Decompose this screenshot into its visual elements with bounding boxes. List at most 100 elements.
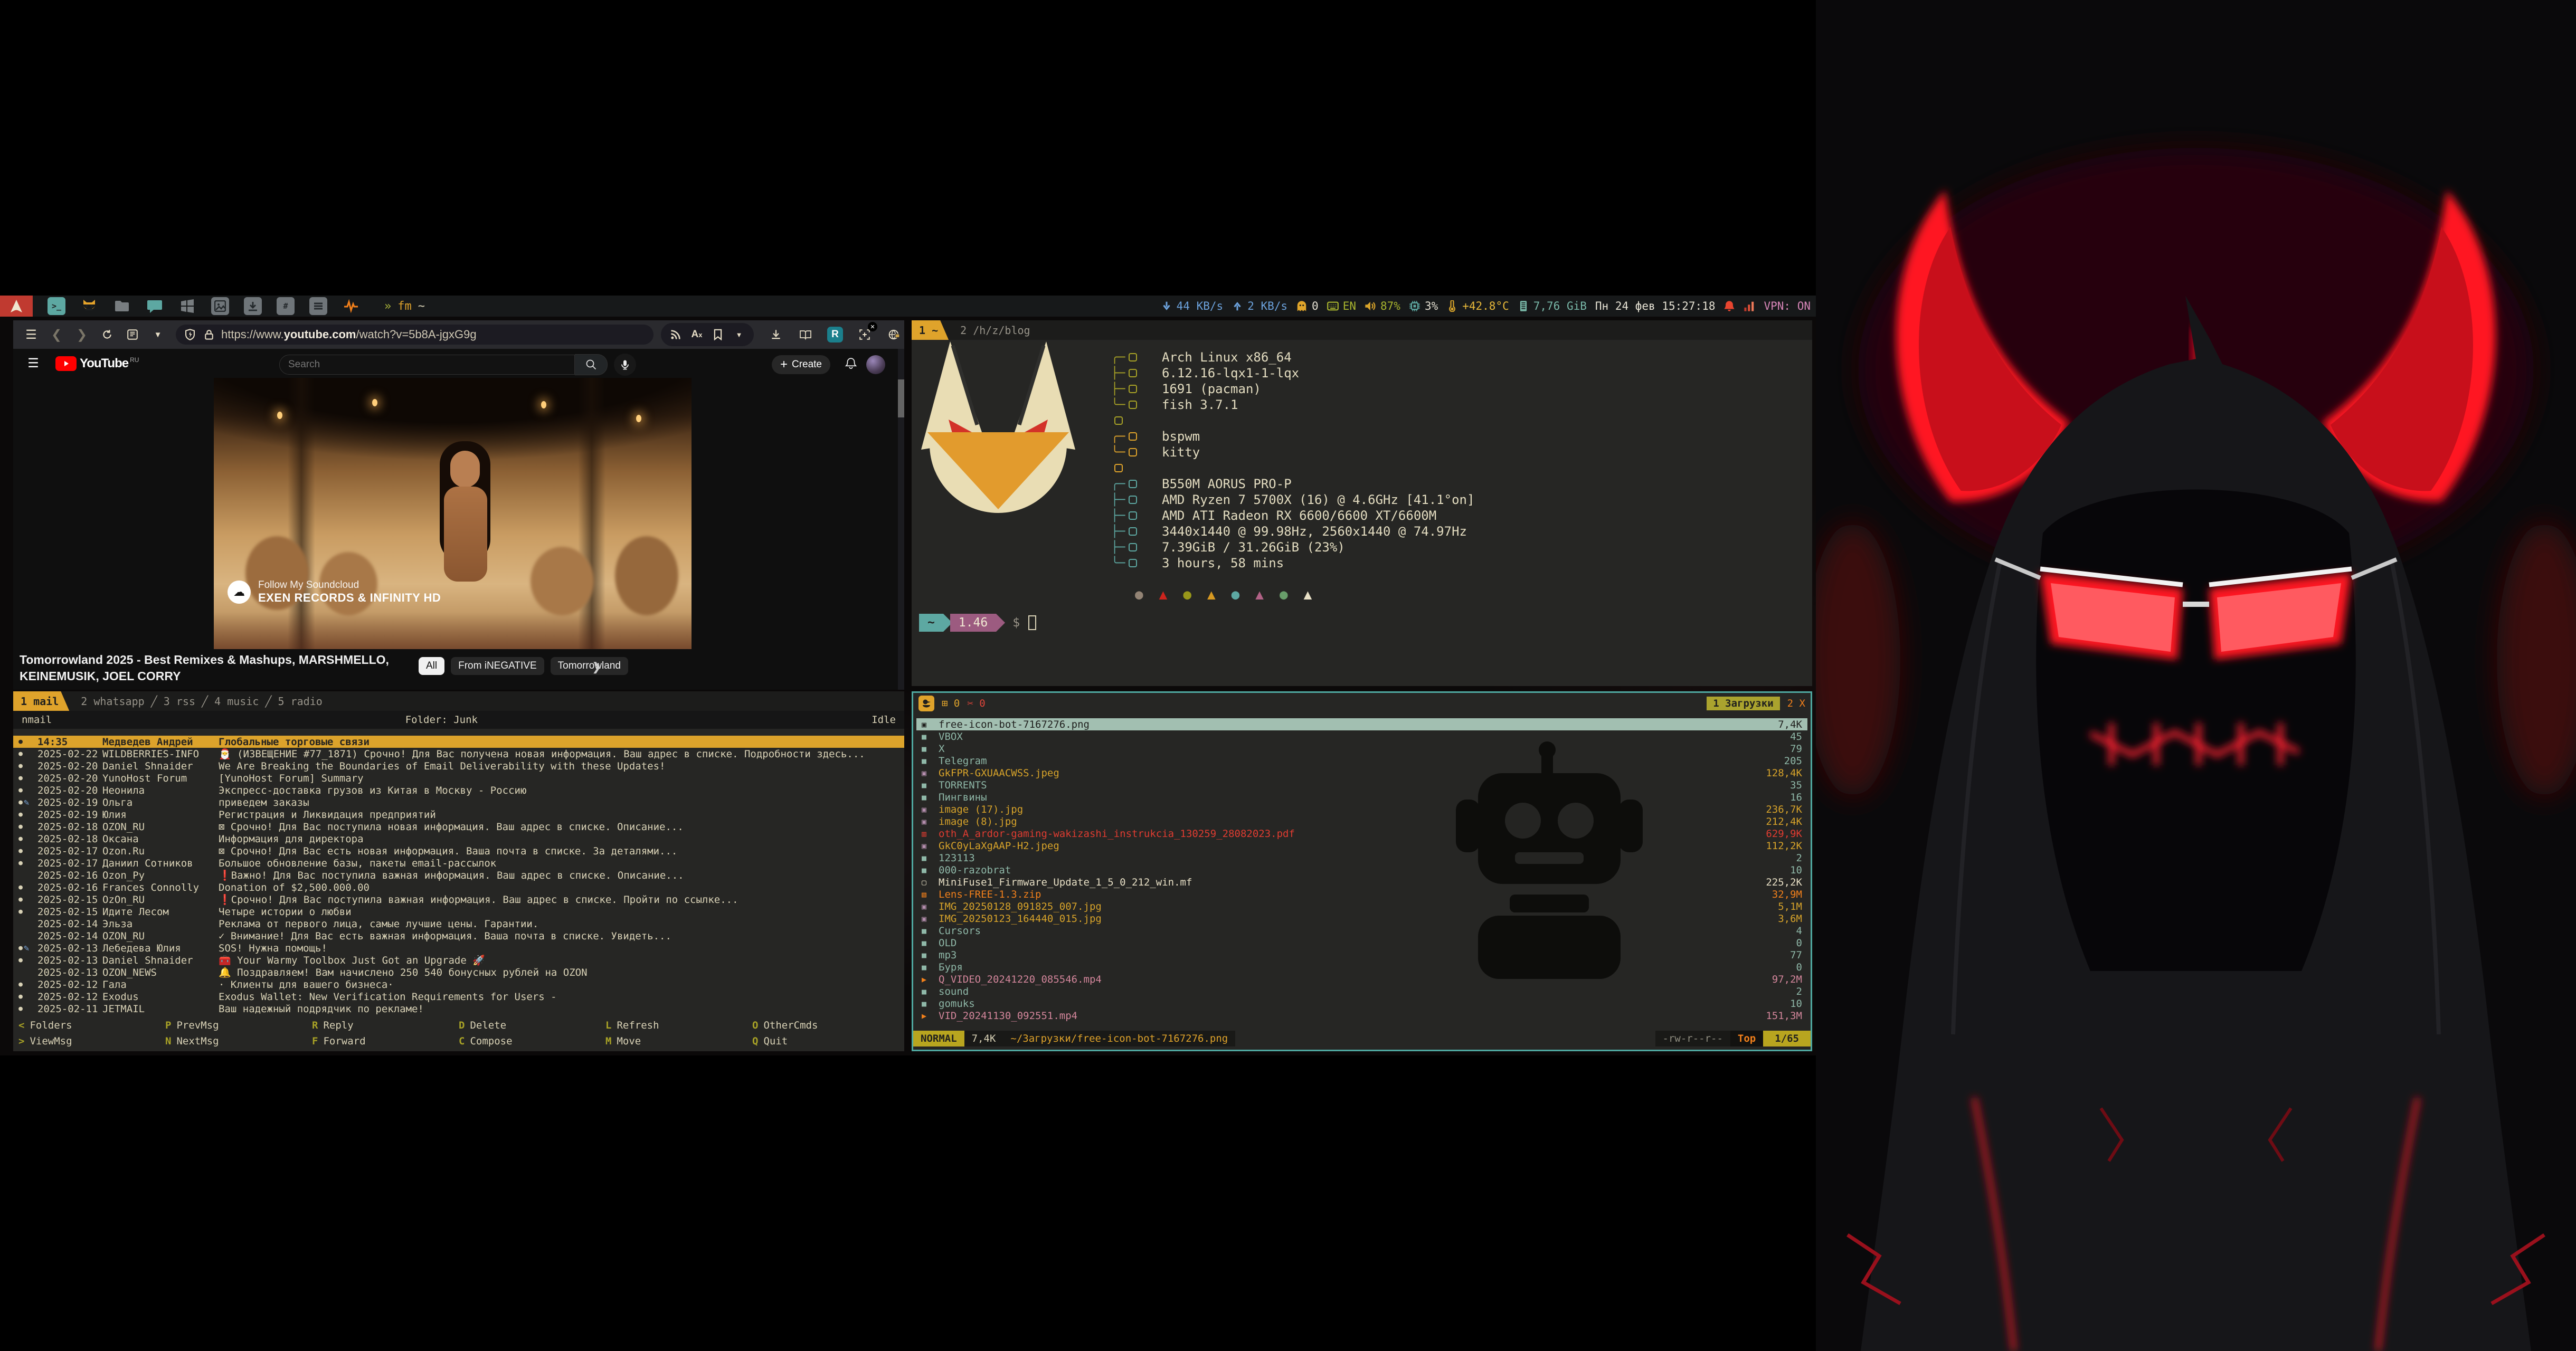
workspace-activity[interactable]: [342, 297, 360, 315]
mic-button[interactable]: [614, 354, 636, 376]
file-row[interactable]: ■ X 79: [916, 743, 1807, 755]
tab-2-blog[interactable]: 2 /h/z/blog: [949, 320, 1041, 340]
mail-row[interactable]: ● 2025-02-15 Идите Лесом Четыре истории …: [13, 906, 904, 918]
reload-icon[interactable]: [97, 325, 118, 344]
workspace-cat[interactable]: [80, 297, 98, 315]
url-bar[interactable]: https://www.youtube.com/watch?v=5b8A-jgx…: [176, 325, 654, 345]
mail-row[interactable]: ● 2025-02-17 Ozon.Ru ⊠ Срочно! Для Вас е…: [13, 845, 904, 857]
file-row[interactable]: ■ Cursors 4: [916, 925, 1807, 937]
arch-menu-button[interactable]: [0, 296, 33, 317]
volume-module[interactable]: 87%: [1365, 300, 1400, 312]
tabs-other[interactable]: 2 whatsapp ╱ 3 rss ╱ 4 music ╱ 5 radio: [69, 691, 334, 711]
file-row[interactable]: ■ Пингвины 16: [916, 791, 1807, 803]
workspace-chat[interactable]: [146, 297, 164, 315]
file-row[interactable]: ■ sound 2: [916, 985, 1807, 997]
menu-icon[interactable]: ☰: [21, 325, 42, 344]
tab-mail[interactable]: 1 mail: [13, 691, 69, 711]
mail-row[interactable]: ● 2025-02-18 Оксана Информация для дирек…: [13, 833, 904, 845]
workspace-list[interactable]: [309, 297, 327, 315]
mail-row[interactable]: ● 2025-02-12 Гала · Клиенты для вашего б…: [13, 978, 904, 991]
filter-chip[interactable]: Tomorrowland: [551, 657, 628, 675]
keyboard-layout-module[interactable]: EN: [1327, 300, 1356, 312]
net-down-module[interactable]: 44 KB/s: [1161, 300, 1224, 312]
help-item[interactable]: CCompose: [459, 1035, 605, 1047]
mail-row[interactable]: ● 2025-02-12 Exodus Exodus Wallet: New V…: [13, 991, 904, 1003]
mail-row[interactable]: 2025-02-16 Ozon_Py ❗Важно! Для Вас посту…: [13, 869, 904, 881]
bookmark-icon[interactable]: [707, 325, 728, 344]
mail-row[interactable]: 2025-02-14 OZON_RU ✓ Внимание! Для Вас е…: [13, 930, 904, 942]
file-row[interactable]: ▣ image (8).jpg 212,4K: [916, 815, 1807, 827]
file-row[interactable]: ▧ Lens-FREE-1.3.zip 32,9M: [916, 888, 1807, 900]
fm-tab-downloads[interactable]: 1 Загрузки: [1707, 697, 1779, 710]
rss-icon[interactable]: [665, 325, 686, 344]
lock-icon[interactable]: [202, 325, 216, 344]
help-item[interactable]: NNextMsg: [165, 1035, 312, 1047]
screenshot-icon[interactable]: ✕: [854, 325, 875, 344]
help-item[interactable]: <Folders: [18, 1020, 165, 1031]
file-row[interactable]: ▶ VID_20241130_092551.mp4 151,3M: [916, 1010, 1807, 1022]
reading-list-icon[interactable]: [795, 325, 816, 344]
ghost-module[interactable]: 0: [1296, 300, 1319, 312]
downloads-icon[interactable]: [765, 325, 787, 344]
shield-icon[interactable]: [183, 325, 197, 344]
temp-module[interactable]: +42.8°C: [1446, 300, 1509, 312]
bookmark-caret-icon[interactable]: ▼: [728, 325, 750, 344]
help-item[interactable]: FForward: [312, 1035, 459, 1047]
mail-row[interactable]: ● ✎ 2025-02-13 Лебедева Юлия SOS! Нужна …: [13, 942, 904, 954]
mail-row[interactable]: ● 2025-02-20 Неонила Экспресс-доставка г…: [13, 784, 904, 796]
mail-row[interactable]: ● 2025-02-18 OZON_RU ⊠ Срочно! Для Вас п…: [13, 821, 904, 833]
mail-row[interactable]: 2025-02-13 OZON_NEWS 🔔 Поздравляем! Вам …: [13, 966, 904, 978]
privacy-globe-icon[interactable]: [884, 325, 904, 344]
workspace-downloads[interactable]: [244, 297, 262, 315]
launcher-prompt[interactable]: » fm ~: [384, 300, 425, 313]
mail-row[interactable]: ● 2025-02-19 Юлия Регистрация и Ликвидац…: [13, 808, 904, 821]
workspace-files[interactable]: [113, 297, 131, 315]
notifications-module[interactable]: [1723, 300, 1735, 312]
mail-row[interactable]: ● 14:35 Медведев Андрей Глобальные торго…: [13, 736, 904, 748]
forward-icon[interactable]: ❯: [71, 325, 92, 344]
scrollbar-thumb[interactable]: [898, 379, 904, 417]
workspace-images[interactable]: [211, 297, 229, 315]
search-input-wrap[interactable]: [279, 355, 575, 375]
file-row[interactable]: ■ mp3 77: [916, 949, 1807, 961]
file-row[interactable]: ■ Telegram 205: [916, 755, 1807, 767]
youtube-logo[interactable]: YouTube RU: [55, 356, 139, 371]
help-item[interactable]: DDelete: [459, 1020, 605, 1031]
avatar[interactable]: [866, 355, 885, 374]
sidebar-icon[interactable]: [122, 325, 143, 344]
ram-module[interactable]: 7,76 GiB: [1518, 300, 1587, 312]
file-row[interactable]: ■ gomuks 10: [916, 997, 1807, 1010]
file-row[interactable]: ▥ oth_A_ardor-gaming-wakizashi_instrukci…: [916, 827, 1807, 840]
back-icon[interactable]: ❮: [46, 325, 67, 344]
mail-row[interactable]: ● 2025-02-20 Daniel Shnaider We Are Brea…: [13, 760, 904, 772]
file-row[interactable]: ■ VBOX 45: [916, 730, 1807, 743]
file-row[interactable]: ▣ image (17).jpg 236,7K: [916, 803, 1807, 815]
file-row[interactable]: ▣ GkC0yLaXgAAP-H2.jpeg 112,2K: [916, 840, 1807, 852]
mail-row[interactable]: ● 2025-02-22 WILDBERRIES-INFO 🎅 (ИЗВЕЩЕН…: [13, 748, 904, 760]
yt-menu-icon[interactable]: ☰: [23, 354, 44, 373]
file-row[interactable]: ■ TORRENTS 35: [916, 779, 1807, 791]
filter-chip[interactable]: From iNEGATIVE: [451, 657, 544, 675]
help-item[interactable]: PPrevMsg: [165, 1020, 312, 1031]
mail-row[interactable]: 2025-02-14 Эльза Реклама от первого лица…: [13, 918, 904, 930]
help-item[interactable]: QQuit: [752, 1035, 899, 1047]
search-input[interactable]: [288, 359, 566, 370]
workspace-terminal[interactable]: >_: [48, 297, 65, 315]
file-row[interactable]: ▣ free-icon-bot-7167276.png 7,4K: [916, 718, 1807, 730]
mail-row[interactable]: ● 2025-02-11 JETMAIL Ваш надежный подряд…: [13, 1003, 904, 1015]
cpu-module[interactable]: 3%: [1409, 300, 1438, 312]
net-up-module[interactable]: 2 KB/s: [1232, 300, 1287, 312]
signal-module[interactable]: [1744, 300, 1755, 312]
file-row[interactable]: ■ Буря 0: [916, 961, 1807, 973]
help-item[interactable]: RReply: [312, 1020, 459, 1031]
help-item[interactable]: OOtherCmds: [752, 1020, 899, 1031]
yt-notifications-button[interactable]: [844, 357, 858, 374]
file-row[interactable]: ■ 123113 2: [916, 852, 1807, 864]
tab-1-home[interactable]: 1 ~: [912, 320, 949, 340]
mail-row[interactable]: ● 2025-02-15 OzOn_RU ❗Срочно! Для Вас по…: [13, 893, 904, 906]
file-row[interactable]: ▶ Q_VIDEO_20241220_085546.mp4 97,2M: [916, 973, 1807, 985]
mail-row[interactable]: ● 2025-02-16 Frances Connolly Donation o…: [13, 881, 904, 893]
mail-row[interactable]: ● 2025-02-13 Daniel Shnaider 🧰 Your Warm…: [13, 954, 904, 966]
help-item[interactable]: >ViewMsg: [18, 1035, 165, 1047]
create-button[interactable]: + Create: [772, 355, 830, 374]
